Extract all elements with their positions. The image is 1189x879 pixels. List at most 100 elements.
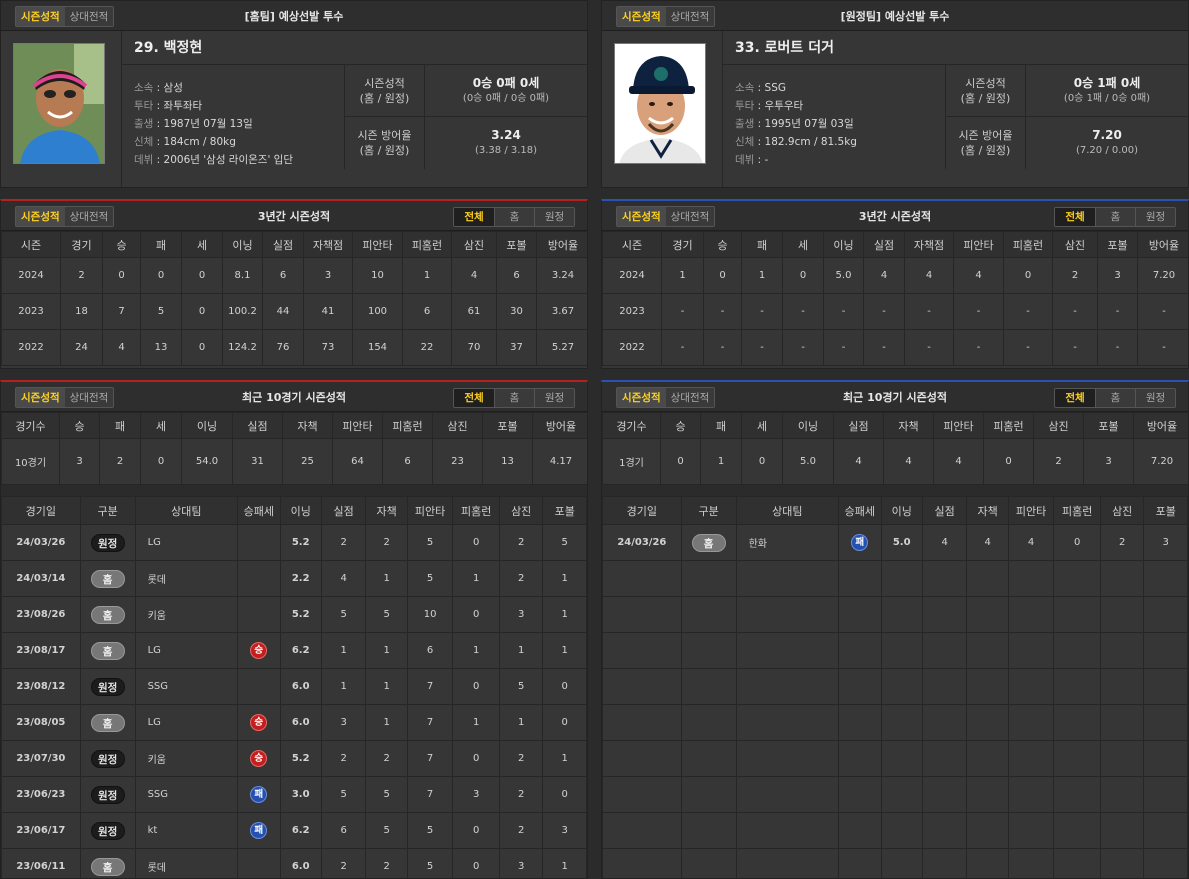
recent-summary-col-header: 피홈런: [983, 412, 1034, 439]
filter-away[interactable]: 원정: [534, 389, 574, 407]
game-log-empty-cell: [838, 740, 882, 777]
season3-col-header: 시즌: [1, 231, 61, 258]
game-stat-er: 1: [365, 632, 408, 669]
game-date: 23/06/17: [1, 812, 81, 849]
game-type-cell: 홈: [79, 632, 136, 669]
tab-head-to-head[interactable]: 상대전적: [64, 7, 114, 26]
recent-summary-cell: 4: [883, 438, 934, 485]
season3-cell: 41: [303, 293, 353, 330]
game-log-row[interactable]: 23/07/30 원정 키움 승 5.2 2 2 7 0 2 1: [1, 740, 587, 777]
game-stat-h: 6: [406, 632, 454, 669]
game-log-row[interactable]: 24/03/26 홈 한화 패 5.0 4 4 4 0 2 3: [602, 524, 1188, 561]
season3-col-header: 자책점: [904, 231, 954, 258]
player-info-row: 소속 : 삼성: [134, 82, 183, 94]
tab-head-to-head[interactable]: 상대전적: [64, 388, 114, 407]
season3-cell: -: [1003, 293, 1053, 330]
game-log-row[interactable]: 23/08/26 홈 키움 5.2 5 5 10 0 3 1: [1, 596, 587, 633]
season3-cell: 4: [102, 329, 141, 366]
filter-away[interactable]: 원정: [1135, 389, 1175, 407]
tab-season-record[interactable]: 시즌성적: [617, 388, 666, 407]
player-info: 소속 : SSG 투타 : 우투우타 출생 : 1995년 07월 03일 신체 : …: [722, 65, 945, 187]
game-log-col-header: 이닝: [279, 496, 322, 525]
tab-head-to-head[interactable]: 상대전적: [64, 207, 114, 226]
filter-all[interactable]: 전체: [1055, 208, 1095, 226]
season3-cell: -: [823, 329, 864, 366]
game-log-row: [602, 560, 1188, 597]
game-stat-ip: 6.2: [279, 632, 322, 669]
game-log-empty-cell: [880, 596, 923, 633]
game-log-empty-cell: [966, 848, 1009, 878]
filter-all[interactable]: 전체: [454, 389, 494, 407]
season-record-main: 0승 0패 0세: [472, 76, 540, 90]
tab-season-record[interactable]: 시즌성적: [16, 7, 65, 26]
game-log-col-header: 이닝: [880, 496, 923, 525]
filter-home[interactable]: 홈: [494, 389, 534, 407]
recent-games-panel: 시즌성적 상대전적 최근 10경기 시즌성적 전체 홈 원정 경기수 승 패 세 이닝 실…: [601, 380, 1189, 879]
game-log-row[interactable]: 23/08/17 홈 LG 승 6.2 1 1 6 1 1 1: [1, 632, 587, 669]
tab-season-record[interactable]: 시즌성적: [16, 388, 65, 407]
recent-summary-cell: 23: [432, 438, 483, 485]
game-stat-bb: 0: [542, 776, 587, 813]
season-summary: 시즌성적 (홈 / 원정) 0승 0패 0세 (0승 0패 / 0승 0패) 시…: [344, 65, 587, 187]
season3-cell: 7: [102, 293, 141, 330]
tab-season-record[interactable]: 시즌성적: [617, 7, 666, 26]
recent-summary-col-header: 승: [59, 412, 100, 439]
recent-summary-cell: 6: [382, 438, 433, 485]
game-stat-er: 2: [365, 848, 408, 878]
player-info-row: 데뷔 : -: [735, 154, 769, 166]
recent-summary-col-header: 경기수: [1, 412, 60, 439]
game-stat-so: 2: [498, 524, 544, 561]
game-log-row[interactable]: 23/06/11 홈 롯데 6.0 2 2 5 0 3 1: [1, 848, 587, 878]
filter-all[interactable]: 전체: [454, 208, 494, 226]
tab-season-record[interactable]: 시즌성적: [617, 207, 666, 226]
tab-head-to-head[interactable]: 상대전적: [665, 207, 715, 226]
game-stat-ip: 2.2: [279, 560, 322, 597]
season3-cell: -: [1052, 293, 1098, 330]
recent-summary-cell: 0: [140, 438, 182, 485]
game-stat-r: 1: [320, 668, 367, 705]
tab-season-record[interactable]: 시즌성적: [16, 207, 65, 226]
season3-cell: -: [703, 293, 742, 330]
recent-summary-cell: 31: [232, 438, 283, 485]
game-log-empty-cell: [880, 668, 923, 705]
game-log-row[interactable]: 24/03/26 원정 LG 5.2 2 2 5 0 2 5: [1, 524, 587, 561]
game-log-row[interactable]: 23/08/12 원정 SSG 6.0 1 1 7 0 5 0: [1, 668, 587, 705]
filter-home[interactable]: 홈: [1095, 208, 1135, 226]
game-stat-bb: 5: [542, 524, 587, 561]
tab-head-to-head[interactable]: 상대전적: [665, 7, 715, 26]
season-era-main: 7.20: [1092, 128, 1122, 142]
game-log-row[interactable]: 24/03/14 홈 롯데 2.2 4 1 5 1 2 1: [1, 560, 587, 597]
season3-cell: 2024: [1, 257, 61, 294]
opponent-team: SSG: [134, 776, 239, 813]
game-log-empty-cell: [1053, 632, 1101, 669]
season3-cell: 0: [102, 257, 141, 294]
recent-summary-col-header: 삼진: [432, 412, 483, 439]
filter-away[interactable]: 원정: [534, 208, 574, 226]
game-stat-r: 4: [320, 560, 367, 597]
recent-summary-col-header: 피안타: [933, 412, 984, 439]
info-key: 데뷔: [735, 154, 755, 166]
game-stat-er: 5: [365, 812, 408, 849]
game-type-cell: 원정: [79, 668, 136, 705]
season3-cell: 6: [496, 257, 537, 294]
recent-summary-cell: 3: [1083, 438, 1134, 485]
game-log-row[interactable]: 23/06/17 원정 kt 패 6.2 6 5 5 0 2 3: [1, 812, 587, 849]
filter-away[interactable]: 원정: [1135, 208, 1175, 226]
filter-home[interactable]: 홈: [1095, 389, 1135, 407]
recent-summary-col-header: 승: [660, 412, 701, 439]
season-era-label-line1: 시즌 방어율: [958, 129, 1013, 142]
game-log-row[interactable]: 23/08/05 홈 LG 승 6.0 3 1 7 1 1 0: [1, 704, 587, 741]
info-key: 출생: [134, 118, 154, 130]
game-date: 23/08/05: [1, 704, 81, 741]
game-stat-hr: 0: [452, 668, 500, 705]
game-log-col-header: 상대팀: [735, 496, 840, 525]
season3-cell: 24: [60, 329, 103, 366]
game-log-empty-cell: [1007, 596, 1055, 633]
recent-filters: 전체 홈 원정: [453, 388, 575, 408]
game-log-row[interactable]: 23/06/23 원정 SSG 패 3.0 5 5 7 3 2 0: [1, 776, 587, 813]
filter-all[interactable]: 전체: [1055, 389, 1095, 407]
game-log-empty-cell: [1007, 704, 1055, 741]
tab-head-to-head[interactable]: 상대전적: [665, 388, 715, 407]
game-type-badge: 원정: [90, 821, 125, 840]
filter-home[interactable]: 홈: [494, 208, 534, 226]
